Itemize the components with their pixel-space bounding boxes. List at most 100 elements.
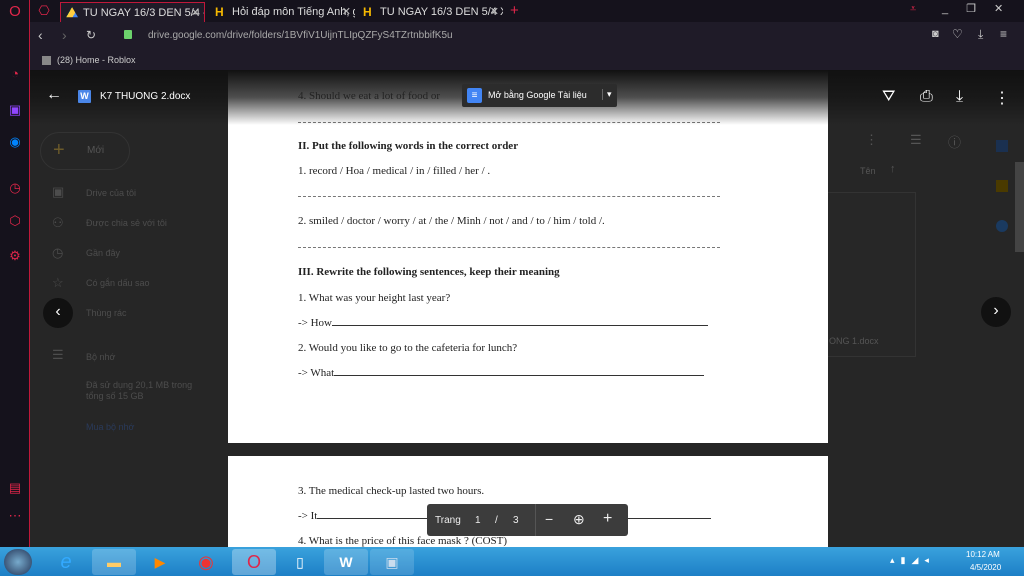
twitch-icon[interactable]: ▣: [7, 102, 23, 118]
new-label: Mới: [87, 145, 105, 156]
page-separator: /: [495, 515, 498, 526]
document-app-icon[interactable]: ▯: [278, 549, 322, 575]
scrollbar[interactable]: [1015, 162, 1024, 252]
back-icon[interactable]: ‹: [38, 27, 43, 43]
drive-content: + Mới ▣ Drive của tôi ⚇ Được chia sẻ với t…: [30, 70, 1024, 547]
nav-trash[interactable]: Thùng rác: [86, 308, 127, 318]
close-tab-icon[interactable]: ✕: [490, 2, 499, 22]
rewrite-question-1: 1. What was your height last year?: [298, 292, 451, 304]
download-icon[interactable]: ⤓: [978, 27, 983, 42]
tab-label: TU NGAY 16/3 DEN 5/4 X d: [380, 6, 503, 18]
tab-label: TU NGAY 16/3 DEN 5/4 - G: [83, 7, 205, 19]
current-page[interactable]: 1: [475, 515, 481, 526]
nav-recent[interactable]: Gần đây: [86, 248, 120, 258]
lock-icon: [124, 30, 132, 39]
file-thumbnail[interactable]: ONG 1.docx: [820, 192, 916, 357]
calendar-icon[interactable]: [996, 140, 1008, 152]
question-4: 4. Should we eat a lot of food or: [298, 90, 441, 102]
sidebar-setup-icon[interactable]: ▤: [7, 480, 23, 496]
nav-starred[interactable]: Có gắn dấu sao: [86, 278, 150, 288]
heart-icon[interactable]: ♡: [952, 27, 963, 41]
roblox-icon: [42, 56, 51, 66]
buy-storage-link[interactable]: Mua bộ nhớ: [86, 422, 134, 432]
order-question-1: 1. record / Hoa / medical / in / filled …: [298, 165, 491, 177]
tab-menu-icon[interactable]: ⩡: [910, 3, 916, 16]
gx-control-icon[interactable]: ⎔: [36, 3, 52, 19]
print-icon[interactable]: ⎙: [920, 88, 933, 106]
total-pages: 3: [513, 515, 519, 526]
start-button[interactable]: [4, 549, 32, 575]
new-tab-button[interactable]: +: [510, 2, 519, 19]
tab-tungay[interactable]: H TU NGAY 16/3 DEN 5/4 X d ✕: [358, 2, 503, 22]
close-tab-icon[interactable]: ✕: [191, 3, 200, 22]
opera-logo-icon[interactable]: O: [7, 4, 23, 20]
camera-icon[interactable]: ◙: [932, 28, 939, 40]
info-icon[interactable]: ⓘ: [948, 132, 961, 151]
sort-name[interactable]: Tên: [860, 166, 876, 176]
my-drive-icon: ▣: [52, 184, 65, 199]
media-player-icon[interactable]: ▶: [138, 549, 182, 575]
divider: [535, 504, 536, 536]
reload-icon[interactable]: ↻: [86, 28, 96, 42]
google-drive-icon: [66, 7, 78, 18]
clock-time[interactable]: 10:12 AM: [966, 550, 1000, 559]
opera-taskbar-icon[interactable]: O: [232, 549, 276, 575]
page-label: Trang: [435, 515, 461, 526]
section-3-heading: III. Rewrite the following sentences, ke…: [298, 266, 560, 278]
previous-file-button[interactable]: ‹: [43, 298, 73, 328]
tab-hoidap[interactable]: H Hỏi đáp môn Tiếng Anh, gi ✕: [210, 2, 355, 22]
more-icon[interactable]: ⋯: [7, 508, 23, 524]
windows-taskbar: e ▬ ▶ ◉ O ▯ W ▣ ▴▮◢◂ 10:12 AM 4/5/2020: [0, 547, 1024, 576]
zoom-icon[interactable]: ⊕: [573, 511, 585, 528]
file-title: K7 THUONG 2.docx: [100, 91, 191, 102]
messenger-icon[interactable]: ◉: [7, 134, 23, 150]
speed-dial-icon[interactable]: ◔: [7, 66, 23, 82]
back-arrow-icon[interactable]: ←: [46, 86, 62, 104]
new-button[interactable]: + Mới: [40, 132, 130, 170]
word-taskbar-icon[interactable]: W: [324, 549, 368, 575]
more-vert-icon[interactable]: ⋮: [865, 132, 878, 148]
system-tray-icons[interactable]: ▴▮◢◂: [890, 555, 935, 566]
list-view-icon[interactable]: ☰: [910, 132, 922, 148]
zoom-in-icon[interactable]: +: [603, 510, 612, 528]
settings-icon[interactable]: ⚙: [7, 248, 23, 264]
star-icon: ☆: [52, 275, 64, 290]
sort-arrow-icon[interactable]: ↑: [890, 163, 896, 175]
forward-icon[interactable]: ›: [62, 27, 67, 43]
window-controls[interactable]: _❐✕: [942, 2, 1021, 15]
storage-icon: ☰: [52, 347, 64, 362]
opera-sidebar: O ◔ ▣ ◉ ◷ ⬡ ⚙ ▤ ⋯: [0, 0, 30, 547]
file-explorer-icon[interactable]: ▬: [92, 549, 136, 575]
dropdown-arrow-icon[interactable]: ▾: [602, 89, 612, 100]
more-options-icon[interactable]: ⋮: [994, 88, 1010, 108]
zoom-out-icon[interactable]: −: [545, 511, 553, 527]
chrome-icon[interactable]: ◉: [184, 549, 228, 575]
next-file-button[interactable]: ›: [981, 297, 1011, 327]
address-bar: ‹ › ↻ drive.google.com/drive/folders/1BV…: [30, 22, 1024, 50]
tasks-icon[interactable]: [996, 220, 1008, 232]
internet-explorer-icon[interactable]: e: [44, 549, 88, 575]
url-field[interactable]: drive.google.com/drive/folders/1BVfiV1Ui…: [148, 30, 453, 41]
photo-viewer-icon[interactable]: ▣: [370, 549, 414, 575]
bookmark-roblox[interactable]: (28) Home - Roblox: [57, 55, 136, 65]
clock-date[interactable]: 4/5/2020: [970, 563, 1001, 572]
answer-line: [334, 375, 705, 376]
tab-drive[interactable]: TU NGAY 16/3 DEN 5/4 - G ✕: [60, 2, 205, 22]
add-to-drive-icon[interactable]: ⛛: [882, 88, 895, 106]
answer-line: [298, 247, 720, 248]
nav-my-drive[interactable]: Drive của tôi: [86, 188, 136, 198]
shared-icon: ⚇: [52, 215, 64, 230]
open-with-label: Mở bằng Google Tài liệu: [488, 90, 587, 100]
keep-icon[interactable]: [996, 180, 1008, 192]
open-with-docs-button[interactable]: ≡ Mở bằng Google Tài liệu ▾: [462, 84, 617, 107]
close-tab-icon[interactable]: ✕: [342, 2, 351, 22]
rewrite-question-4: 4. What is the price of this face mask ?…: [298, 535, 508, 547]
menu-icon[interactable]: ≡: [1000, 27, 1007, 41]
download-icon[interactable]: ⤓: [956, 88, 963, 106]
nav-storage[interactable]: Bộ nhớ: [86, 352, 115, 362]
extensions-icon[interactable]: ⬡: [7, 213, 23, 229]
bookmarks-bar: (28) Home - Roblox: [30, 50, 1024, 70]
nav-shared[interactable]: Được chia sẻ với tôi: [86, 218, 167, 228]
google-docs-icon: ≡: [467, 88, 482, 103]
history-icon[interactable]: ◷: [7, 180, 23, 196]
